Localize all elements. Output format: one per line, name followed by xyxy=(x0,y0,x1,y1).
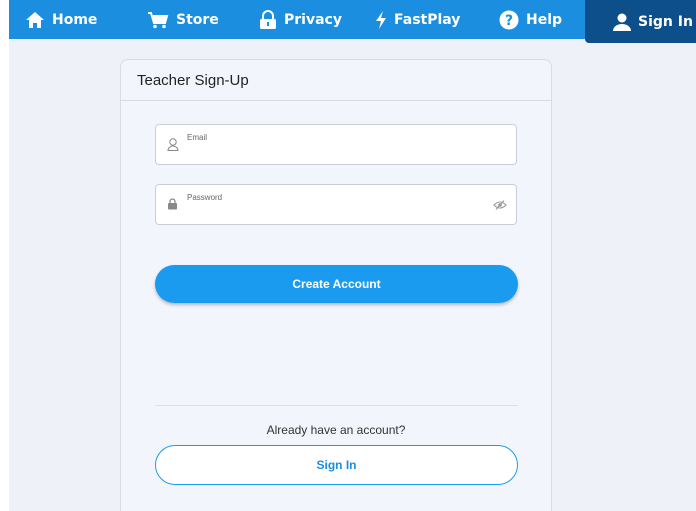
cart-icon xyxy=(148,11,169,28)
email-label: Email xyxy=(187,133,208,142)
lock-icon xyxy=(260,9,276,29)
nav-fastplay-label: FastPlay xyxy=(394,11,461,28)
user-outline-icon xyxy=(167,138,179,151)
email-field[interactable]: Email xyxy=(155,124,517,165)
card-title: Teacher Sign-Up xyxy=(121,60,551,101)
signup-card: Teacher Sign-Up Email Password Create Ac… xyxy=(120,59,552,511)
nav-store[interactable]: Store xyxy=(147,0,219,39)
top-nav: Home Store Privacy FastPlay ? Help Sign … xyxy=(9,0,696,43)
lock-icon xyxy=(168,198,177,210)
nav-help-label: Help xyxy=(526,11,563,28)
nav-privacy[interactable]: Privacy xyxy=(259,0,342,39)
nav-help[interactable]: ? Help xyxy=(499,0,562,39)
nav-fastplay[interactable]: FastPlay xyxy=(375,0,460,39)
user-icon xyxy=(613,13,631,31)
svg-text:?: ? xyxy=(505,13,513,29)
nav-privacy-label: Privacy xyxy=(284,11,342,28)
nav-home[interactable]: Home xyxy=(25,0,97,39)
eye-slash-icon[interactable] xyxy=(493,200,507,210)
password-input[interactable] xyxy=(187,204,487,220)
nav-signin[interactable]: Sign In xyxy=(585,0,696,43)
email-input[interactable] xyxy=(187,144,487,160)
help-icon: ? xyxy=(499,10,519,29)
nav-signin-label: Sign In xyxy=(638,13,693,30)
sign-in-button[interactable]: Sign In xyxy=(155,445,518,485)
already-account-text: Already have an account? xyxy=(266,423,406,437)
nav-store-label: Store xyxy=(176,11,219,28)
password-field[interactable]: Password xyxy=(155,184,517,225)
password-label: Password xyxy=(187,193,223,202)
divider xyxy=(155,405,518,406)
home-icon xyxy=(26,11,44,28)
nav-home-label: Home xyxy=(52,11,98,28)
lightning-icon xyxy=(376,10,386,29)
create-account-button[interactable]: Create Account xyxy=(155,265,518,303)
